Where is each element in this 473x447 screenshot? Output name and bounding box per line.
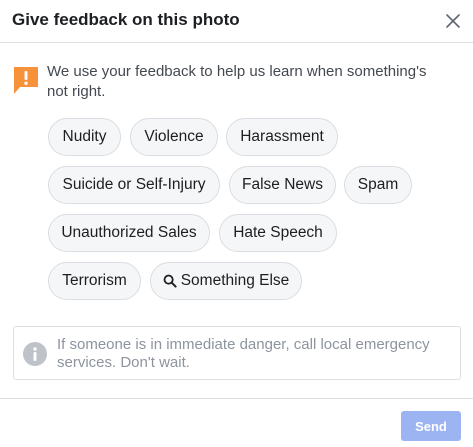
option-harassment[interactable]: Harassment [226,118,338,156]
footer-divider [0,398,473,399]
emergency-notice: If someone is in immediate danger, call … [13,326,461,380]
option-something-else-label: Something Else [180,272,290,289]
intro-text: We use your feedback to help us learn wh… [47,63,427,100]
option-unauthorized-sales[interactable]: Unauthorized Sales [48,214,210,252]
option-hate-speech[interactable]: Hate Speech [219,214,337,252]
notice-text: If someone is in immediate danger, call … [57,336,430,371]
option-something-else[interactable]: Something Else [150,262,302,300]
exclamation-icon [14,67,38,94]
option-nudity[interactable]: Nudity [48,118,121,156]
feedback-dialog: Give feedback on this photo We use your … [0,0,473,447]
option-suicide-self-injury[interactable]: Suicide or Self-Injury [48,166,220,204]
send-button[interactable]: Send [401,411,461,441]
search-icon [163,274,177,288]
close-icon [446,14,460,28]
option-false-news[interactable]: False News [229,166,336,204]
close-button[interactable] [441,9,465,33]
dialog-header: Give feedback on this photo [0,0,473,43]
option-violence[interactable]: Violence [130,118,218,156]
dialog-title: Give feedback on this photo [12,10,240,29]
option-terrorism[interactable]: Terrorism [48,262,141,300]
info-icon [23,342,47,366]
option-spam[interactable]: Spam [344,166,412,204]
